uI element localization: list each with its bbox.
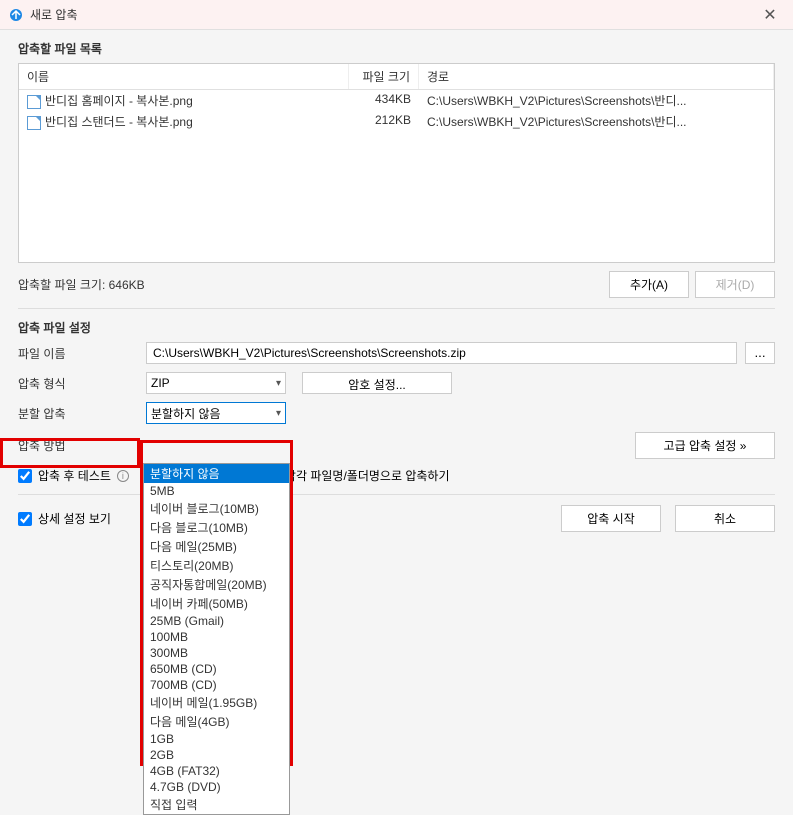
col-header-path[interactable]: 경로	[419, 64, 774, 89]
advanced-settings-button[interactable]: 고급 압축 설정 »	[635, 432, 775, 459]
split-option[interactable]: 공직자통합메일(20MB)	[144, 575, 289, 594]
col-header-name[interactable]: 이름	[19, 64, 349, 89]
chevron-down-icon: ▾	[276, 408, 281, 419]
filename-label: 파일 이름	[18, 345, 138, 362]
split-option[interactable]: 5MB	[144, 483, 289, 499]
filename-input[interactable]	[146, 342, 737, 364]
chevron-down-icon: ▾	[276, 378, 281, 389]
app-icon	[8, 7, 24, 23]
file-list-header: 이름 파일 크기 경로	[19, 64, 774, 90]
split-option[interactable]: 100MB	[144, 629, 289, 645]
file-size: 212KB	[349, 111, 419, 132]
col-header-size[interactable]: 파일 크기	[349, 64, 419, 89]
split-select[interactable]: 분할하지 않음 ▾	[146, 402, 286, 424]
split-option[interactable]: 25MB (Gmail)	[144, 613, 289, 629]
split-option[interactable]: 300MB	[144, 645, 289, 661]
file-icon	[27, 95, 41, 109]
table-row[interactable]: 반디집 홈페이지 - 복사본.png 434KB C:\Users\WBKH_V…	[19, 90, 774, 111]
titlebar: 새로 압축 ✕	[0, 0, 793, 30]
split-option[interactable]: 4.7GB (DVD)	[144, 779, 289, 795]
file-path: C:\Users\WBKH_V2\Pictures\Screenshots\반디…	[419, 111, 774, 132]
each-file-label: 각각 파일명/폴더명으로 압축하기	[285, 467, 450, 484]
window-title: 새로 압축	[30, 6, 78, 23]
divider	[18, 308, 775, 309]
file-path: C:\Users\WBKH_V2\Pictures\Screenshots\반디…	[419, 90, 774, 111]
split-option[interactable]: 2GB	[144, 747, 289, 763]
test-after-checkbox[interactable]: 압축 후 테스트 i	[18, 467, 129, 484]
file-icon	[27, 116, 41, 130]
total-size-label: 압축할 파일 크기: 646KB	[18, 276, 145, 293]
password-button[interactable]: 암호 설정...	[302, 372, 452, 394]
split-option[interactable]: 네이버 블로그(10MB)	[144, 499, 289, 518]
test-after-label: 압축 후 테스트	[38, 467, 111, 484]
split-option[interactable]: 네이버 카페(50MB)	[144, 594, 289, 613]
split-option[interactable]: 650MB (CD)	[144, 661, 289, 677]
browse-button[interactable]: ...	[745, 342, 775, 364]
close-button[interactable]: ✕	[755, 0, 785, 30]
cancel-button[interactable]: 취소	[675, 505, 775, 532]
file-list[interactable]: 이름 파일 크기 경로 반디집 홈페이지 - 복사본.png 434KB C:\…	[18, 63, 775, 263]
split-option[interactable]: 1GB	[144, 731, 289, 747]
add-button[interactable]: 추가(A)	[609, 271, 689, 298]
split-option[interactable]: 직접 입력	[144, 795, 289, 814]
split-label: 분할 압축	[18, 405, 138, 422]
split-option[interactable]: 700MB (CD)	[144, 677, 289, 693]
split-option[interactable]: 4GB (FAT32)	[144, 763, 289, 779]
detail-label: 상세 설정 보기	[38, 510, 111, 527]
detail-checkbox[interactable]: 상세 설정 보기	[18, 510, 111, 527]
split-option[interactable]: 다음 블로그(10MB)	[144, 518, 289, 537]
format-label: 압축 형식	[18, 375, 138, 392]
each-file-checkbox[interactable]: 각각 파일명/폴더명으로 압축하기	[265, 467, 450, 484]
split-option[interactable]: 티스토리(20MB)	[144, 556, 289, 575]
split-option[interactable]: 분할하지 않음	[144, 464, 289, 483]
settings-label: 압축 파일 설정	[18, 319, 775, 336]
split-option[interactable]: 다음 메일(4GB)	[144, 712, 289, 731]
table-row[interactable]: 반디집 스탠더드 - 복사본.png 212KB C:\Users\WBKH_V…	[19, 111, 774, 132]
start-button[interactable]: 압축 시작	[561, 505, 661, 532]
split-dropdown-panel[interactable]: 분할하지 않음5MB네이버 블로그(10MB)다음 블로그(10MB)다음 메일…	[143, 463, 290, 815]
remove-button[interactable]: 제거(D)	[695, 271, 775, 298]
divider	[18, 494, 775, 495]
split-value: 분할하지 않음	[151, 405, 221, 422]
format-select[interactable]: ZIP ▾	[146, 372, 286, 394]
split-option[interactable]: 네이버 메일(1.95GB)	[144, 693, 289, 712]
file-name: 반디집 홈페이지 - 복사본.png	[45, 94, 193, 108]
split-option[interactable]: 다음 메일(25MB)	[144, 537, 289, 556]
method-label: 압축 방법	[18, 437, 138, 454]
file-list-label: 압축할 파일 목록	[18, 40, 775, 57]
file-name: 반디집 스탠더드 - 복사본.png	[45, 115, 193, 129]
format-value: ZIP	[151, 376, 170, 390]
test-after-checkbox-input[interactable]	[18, 469, 32, 483]
info-icon[interactable]: i	[117, 470, 129, 482]
file-size: 434KB	[349, 90, 419, 111]
detail-checkbox-input[interactable]	[18, 512, 32, 526]
